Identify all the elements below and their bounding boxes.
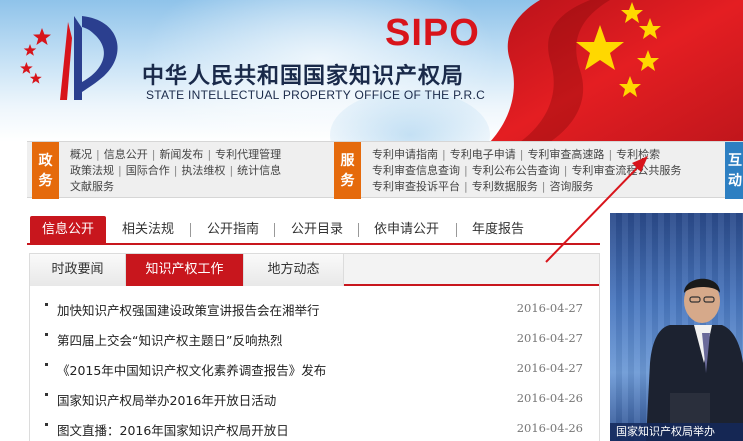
news-item[interactable]: 加快知识产权强国建设政策宣讲报告会在湘举行 2016-04-27	[30, 294, 599, 324]
bullet-icon	[45, 303, 48, 306]
tab-current-affairs[interactable]: 时政要闻	[30, 254, 126, 286]
tab-request-disclosure[interactable]: 依申请公开	[374, 216, 439, 243]
site-title-en: STATE INTELLECTUAL PROPERTY OFFICE OF TH…	[146, 88, 486, 102]
news-item[interactable]: 国家知识产权局举办2016年开放日活动 2016-04-26	[30, 384, 599, 414]
link-exam-process-service[interactable]: 专利审查流程公共服务	[571, 164, 681, 177]
news-list: 加快知识产权强国建设政策宣讲报告会在湘举行 2016-04-27 第四届上交会“…	[30, 294, 599, 441]
interaction-tag[interactable]: 互 动	[725, 142, 743, 199]
link-application-guide[interactable]: 专利申请指南	[372, 148, 438, 161]
link-intl-cooperation[interactable]: 国际合作	[126, 164, 170, 177]
link-info-disclosure[interactable]: 信息公开	[104, 148, 148, 161]
news-photo[interactable]: 国家知识产权局举办	[610, 213, 743, 441]
tab-local-news[interactable]: 地方动态	[244, 254, 344, 286]
bullet-icon	[45, 423, 48, 426]
news-title[interactable]: 国家知识产权局举办2016年开放日活动	[57, 390, 276, 409]
news-title[interactable]: 加快知识产权强国建设政策宣讲报告会在湘举行	[57, 300, 320, 319]
link-data-service[interactable]: 专利数据服务	[472, 180, 538, 193]
link-consulting[interactable]: 咨询服务	[549, 180, 593, 193]
news-date: 2016-04-26	[516, 391, 583, 405]
link-complaint-platform[interactable]: 专利审查投诉平台	[372, 180, 460, 193]
news-title[interactable]: 《2015年中国知识产权文化素养调查报告》发布	[57, 360, 326, 379]
news-item[interactable]: 图文直播：2016年国家知识产权局开放日 2016-04-26	[30, 414, 599, 441]
news-title[interactable]: 第四届上交会“知识产权主题日”反响热烈	[57, 330, 282, 349]
tab-annual-report[interactable]: 年度报告	[472, 216, 524, 243]
national-flag-image	[490, 0, 743, 142]
link-exam-info-query[interactable]: 专利审查信息查询	[372, 164, 460, 177]
tab-disclosure-guide[interactable]: 公开指南	[207, 216, 259, 243]
link-e-filing[interactable]: 专利电子申请	[450, 148, 516, 161]
bullet-icon	[45, 333, 48, 336]
link-pph[interactable]: 专利审查高速路	[527, 148, 604, 161]
news-date: 2016-04-27	[516, 331, 583, 345]
news-item[interactable]: 第四届上交会“知识产权主题日”反响热烈 2016-04-27	[30, 324, 599, 354]
speaker-figure-image	[646, 278, 743, 441]
gov-affairs-tag: 政 务	[32, 142, 59, 199]
site-banner: 中华人民共和国国家知识产权局 STATE INTELLECTUAL PROPER…	[0, 0, 743, 142]
bullet-icon	[45, 363, 48, 366]
public-services-links: 专利申请指南 | 专利电子申请 | 专利审查高速路 | 专利检索 专利审查信息查询 | 专利公布…	[372, 148, 682, 193]
link-literature[interactable]: 文献服务	[70, 180, 114, 193]
page: 中华人民共和国国家知识产权局 STATE INTELLECTUAL PROPER…	[0, 0, 743, 441]
service-bar: 政 务 概况 | 信息公开 | 新闻发布 | 专利代理管理 政策法规 | 国际合作 | 执法维权 | 统…	[27, 141, 743, 199]
link-statistics[interactable]: 统计信息	[237, 164, 281, 177]
link-patent-search[interactable]: 专利检索	[616, 148, 660, 161]
news-panel: 时政要闻 知识产权工作 地方动态 加快知识产权强国建设政策宣讲报告会在湘举行 2…	[29, 253, 600, 441]
site-title-cn: 中华人民共和国国家知识产权局	[142, 64, 465, 89]
sipo-wordmark: SIPO	[385, 12, 480, 54]
tab-disclosure-catalog[interactable]: 公开目录	[291, 216, 343, 243]
news-date: 2016-04-27	[516, 301, 583, 315]
news-title[interactable]: 图文直播：2016年国家知识产权局开放日	[57, 420, 289, 439]
tab-info-disclosure[interactable]: 信息公开	[30, 216, 106, 243]
news-date: 2016-04-27	[516, 361, 583, 375]
news-item[interactable]: 《2015年中国知识产权文化素养调查报告》发布 2016-04-27	[30, 354, 599, 384]
public-services-tag: 服 务	[334, 142, 361, 199]
link-enforcement[interactable]: 执法维权	[181, 164, 225, 177]
gov-affairs-links: 概况 | 信息公开 | 新闻发布 | 专利代理管理 政策法规 | 国际合作 | 执法维权 | 统计信息 …	[70, 148, 282, 193]
tab-ip-work[interactable]: 知识产权工作	[126, 254, 244, 286]
tab-regulations[interactable]: 相关法规	[122, 216, 174, 243]
news-tabs: 时政要闻 知识产权工作 地方动态	[30, 254, 599, 286]
link-overview[interactable]: 概况	[70, 148, 92, 161]
info-tabs: 信息公开 相关法规 公开指南 公开目录 依申请公开 年度报告	[27, 213, 600, 245]
link-publication-query[interactable]: 专利公布公告查询	[472, 164, 560, 177]
news-date: 2016-04-26	[516, 421, 583, 435]
bullet-icon	[45, 393, 48, 396]
link-news-release[interactable]: 新闻发布	[159, 148, 203, 161]
photo-caption[interactable]: 国家知识产权局举办	[610, 423, 743, 441]
link-policy[interactable]: 政策法规	[70, 164, 114, 177]
link-patent-agency[interactable]: 专利代理管理	[215, 148, 281, 161]
sipo-logo-icon[interactable]	[12, 8, 142, 108]
